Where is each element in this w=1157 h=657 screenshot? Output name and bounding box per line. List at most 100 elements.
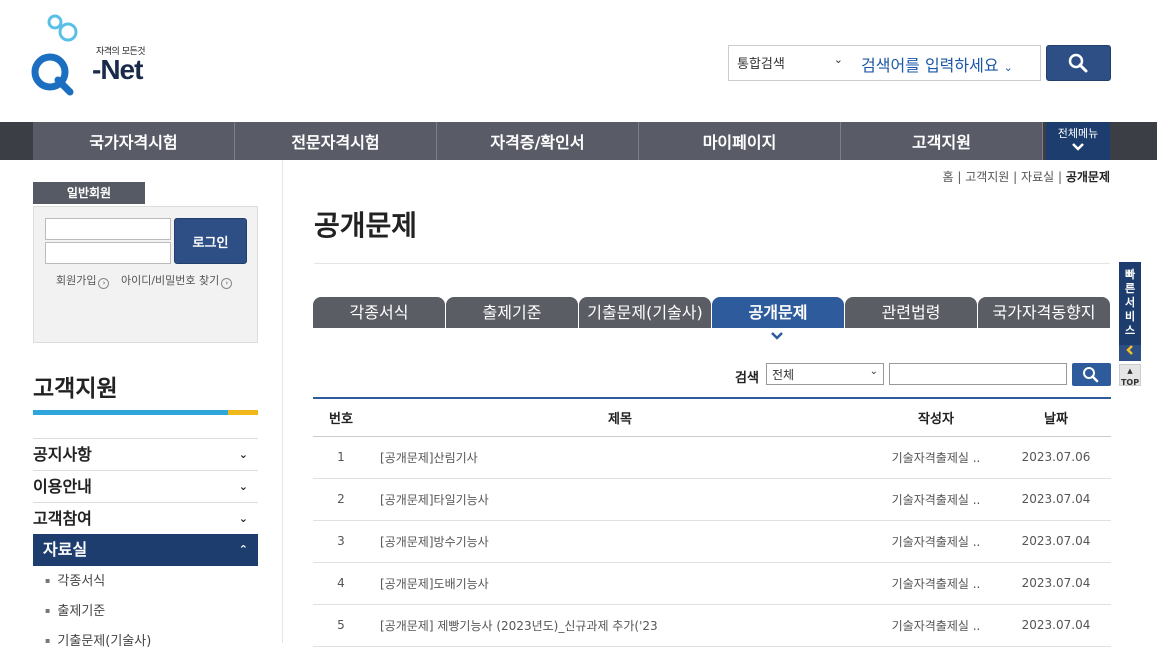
breadcrumb-home[interactable]: 홈 <box>942 170 953 184</box>
lnb-item-participate[interactable]: 고객참여 ⌄ <box>33 502 258 534</box>
tab-laws[interactable]: 관련법령 <box>845 297 977 328</box>
chevron-down-icon: ⌄ <box>238 480 248 493</box>
col-author: 작성자 <box>871 397 1001 437</box>
lnb-title: 고객지원 <box>33 376 118 402</box>
lnb-item-label: 자료실 <box>43 540 88 559</box>
lnb-sub-past-exams[interactable]: 기출문제(기술사) <box>33 626 258 656</box>
breadcrumb-archive[interactable]: 자료실 <box>1021 170 1054 184</box>
search-icon <box>1068 53 1088 73</box>
table-row[interactable]: 5 [공개문제] 제빵기능사 (2023년도)_신규과제 추가('23 기술자격… <box>313 604 1111 647</box>
nav-professional-exam[interactable]: 전문자격시험 <box>235 122 437 160</box>
row-title-link[interactable]: [공개문제]도배기능사 <box>369 562 871 605</box>
lnb-item-label: 이용안내 <box>33 477 92 496</box>
chevron-left-icon[interactable] <box>1119 345 1141 361</box>
chevron-down-icon: ⌄ <box>1003 61 1013 74</box>
login-box: 로그인 회원가입 › 아이디/비밀번호 찾기 › <box>33 206 258 343</box>
nav-support[interactable]: 고객지원 <box>841 122 1043 160</box>
row-title-link[interactable]: [공개문제]타일기능사 <box>369 478 871 521</box>
page-title: 공개문제 <box>314 209 418 242</box>
row-no: 2 <box>313 478 369 521</box>
lnb-item-notice[interactable]: 공지사항 ⌄ <box>33 438 258 470</box>
row-title-link[interactable]: [공개문제]산림기사 <box>369 436 871 479</box>
join-link[interactable]: 회원가입 <box>56 274 96 287</box>
row-no: 5 <box>313 604 369 647</box>
main-nav: 국가자격시험 전문자격시험 자격증/확인서 마이페이지 고객지원 <box>0 122 1157 160</box>
top-label: TOP <box>1120 378 1140 387</box>
search-icon <box>1083 367 1099 383</box>
logo-name: -Net <box>92 54 143 85</box>
row-author: 기술자격출제실 .. <box>871 520 1001 563</box>
tab-criteria[interactable]: 출제기준 <box>446 297 578 328</box>
chevron-down-icon: ⌄ <box>238 512 248 525</box>
tab-forms[interactable]: 각종서식 <box>313 297 445 328</box>
quick-service-label: 빠른서비스 <box>1124 268 1136 337</box>
question-table: 번호 제목 작성자 날짜 1 [공개문제]산림기사 기술자격출제실 .. 202… <box>313 397 1111 647</box>
row-title-link[interactable]: [공개문제] 제빵기능사 (2023년도)_신규과제 추가('23 <box>369 604 871 647</box>
username-field[interactable] <box>45 218 171 240</box>
filter-label: 검색 <box>735 371 759 386</box>
chevron-down-icon <box>1046 140 1110 154</box>
table-row[interactable]: 1 [공개문제]산림기사 기술자격출제실 .. 2023.07.06 <box>313 436 1111 479</box>
lnb-sub-forms[interactable]: 각종서식 <box>33 566 258 596</box>
lnb-title-bar <box>33 410 258 415</box>
search-input[interactable]: 검색어를 입력하세요 ⌄ <box>859 46 1040 80</box>
password-field[interactable] <box>45 242 171 264</box>
column-divider <box>282 160 283 643</box>
title-divider <box>314 263 1110 264</box>
lnb-sub-criteria[interactable]: 출제기준 <box>33 596 258 626</box>
table-row[interactable]: 4 [공개문제]도배기능사 기술자격출제실 .. 2023.07.04 <box>313 562 1111 605</box>
row-title-link[interactable]: [공개문제]방수기능사 <box>369 520 871 563</box>
nav-certificate[interactable]: 자격증/확인서 <box>437 122 639 160</box>
find-account-link[interactable]: 아이디/비밀번호 찾기 <box>121 274 219 287</box>
login-tab-member[interactable]: 일반회원 <box>33 182 145 204</box>
lnb-menu: 공지사항 ⌄ 이용안내 ⌄ 고객참여 ⌄ 자료실 ⌃ 각종서식 출제기준 기출문제(기술… <box>33 438 258 656</box>
lnb-item-archive[interactable]: 자료실 ⌃ <box>33 534 258 566</box>
nav-national-exam[interactable]: 국가자격시험 <box>33 122 235 160</box>
table-row[interactable]: 2 [공개문제]타일기능사 기술자격출제실 .. 2023.07.04 <box>313 478 1111 521</box>
quick-service-button[interactable]: 빠른서비스 <box>1119 262 1141 345</box>
col-date: 날짜 <box>1001 397 1111 437</box>
row-no: 1 <box>313 436 369 479</box>
search-type-value: 통합검색 <box>737 57 785 72</box>
arrow-right-icon: › <box>221 278 233 289</box>
login-button-label: 로그인 <box>192 235 229 251</box>
row-author: 기술자격출제실 .. <box>871 562 1001 605</box>
scroll-top-button[interactable]: ▲ TOP <box>1119 364 1141 387</box>
nav-mypage[interactable]: 마이페이지 <box>639 122 841 160</box>
row-no: 4 <box>313 562 369 605</box>
col-no: 번호 <box>313 397 369 437</box>
lnb-item-label: 공지사항 <box>33 445 92 464</box>
chevron-down-icon: ⌄ <box>833 53 843 66</box>
filter-input[interactable] <box>889 363 1067 385</box>
global-search: 통합검색 ⌄ 검색어를 입력하세요 ⌄ <box>728 45 1041 81</box>
row-date: 2023.07.04 <box>1001 604 1111 647</box>
filter-select[interactable]: 전체 ⌄ <box>766 363 884 385</box>
col-title: 제목 <box>369 397 871 437</box>
all-menu-label: 전체메뉴 <box>1057 127 1099 140</box>
qnet-logo[interactable]: 자격의 모든것 -Net <box>30 14 160 98</box>
row-date: 2023.07.04 <box>1001 562 1111 605</box>
lnb-item-label: 고객참여 <box>33 509 92 528</box>
row-date: 2023.07.06 <box>1001 436 1111 479</box>
search-type-select[interactable]: 통합검색 ⌄ <box>729 46 853 80</box>
login-button[interactable]: 로그인 <box>174 218 247 264</box>
search-button[interactable] <box>1046 45 1111 81</box>
arrow-right-icon: › <box>98 278 110 289</box>
chevron-down-icon: ⌄ <box>238 448 248 461</box>
row-author: 기술자격출제실 .. <box>871 436 1001 479</box>
active-tab-indicator-icon <box>771 330 783 344</box>
breadcrumb-current: 공개문제 <box>1065 170 1110 184</box>
row-no: 3 <box>313 520 369 563</box>
filter-selected: 전체 <box>772 368 795 382</box>
lnb-item-guide[interactable]: 이용안내 ⌄ <box>33 470 258 502</box>
table-row[interactable]: 3 [공개문제]방수기능사 기술자격출제실 .. 2023.07.04 <box>313 520 1111 563</box>
filter-search-button[interactable] <box>1072 363 1111 386</box>
chevron-down-icon: ⌄ <box>869 366 878 377</box>
tab-past-exams[interactable]: 기출문제(기술사) <box>579 297 711 328</box>
search-placeholder: 검색어를 입력하세요 <box>861 56 999 75</box>
breadcrumb-support[interactable]: 고객지원 <box>965 170 1009 184</box>
tab-public-questions[interactable]: 공개문제 <box>712 297 844 328</box>
row-author: 기술자격출제실 .. <box>871 604 1001 647</box>
all-menu-button[interactable]: 전체메뉴 <box>1046 122 1110 160</box>
tab-trends[interactable]: 국가자격동향지 <box>978 297 1110 328</box>
